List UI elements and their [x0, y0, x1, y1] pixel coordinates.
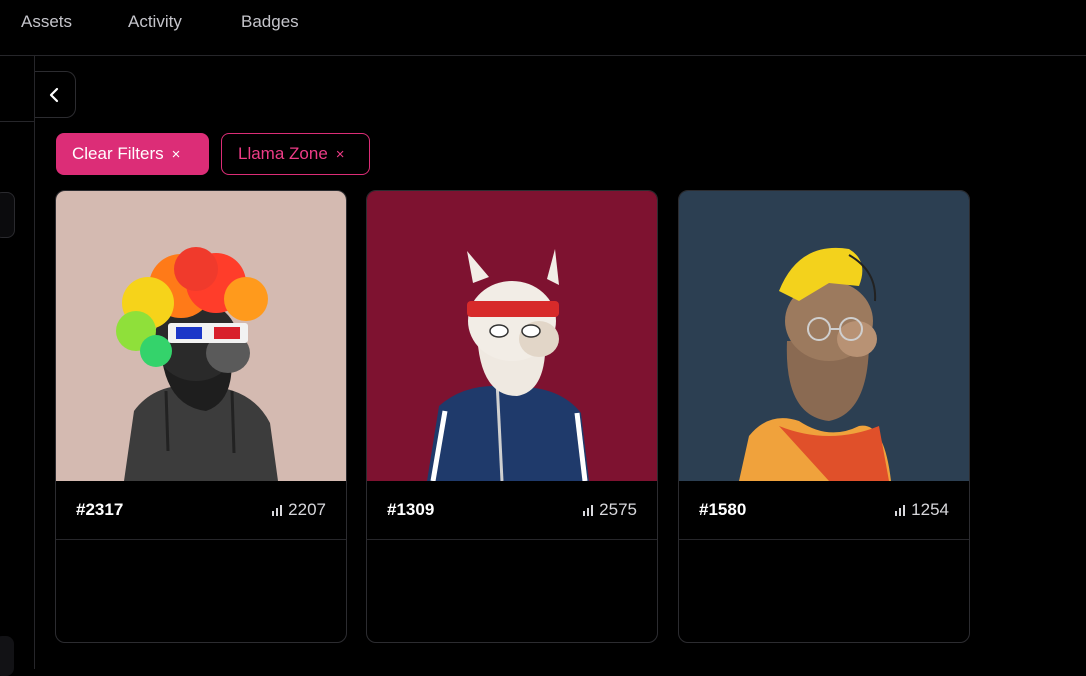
card-meta: #1580 1254	[679, 481, 969, 540]
top-nav: Assets Activity Badges	[0, 0, 1086, 56]
rank-bars-icon	[895, 505, 906, 516]
rank-value: 2575	[599, 500, 637, 519]
close-icon: ×	[335, 145, 345, 163]
rarity-rank: 1254	[894, 500, 949, 520]
card-meta: #1309 2575	[367, 481, 657, 540]
collapsed-sidebar	[0, 56, 35, 676]
collapse-sidebar-button[interactable]	[35, 71, 76, 118]
nft-image	[367, 191, 657, 481]
rank-bars-icon	[272, 505, 283, 516]
rank-value: 2207	[288, 500, 326, 519]
nft-image	[56, 191, 346, 481]
sidebar-bottom-control[interactable]	[0, 636, 14, 676]
token-id: #2317	[76, 500, 124, 519]
nft-card[interactable]: #1309 2575	[366, 190, 658, 643]
rank-bars-icon	[583, 505, 594, 516]
rank-value: 1254	[911, 500, 949, 519]
sidebar-filter-field[interactable]	[0, 192, 15, 238]
nft-card[interactable]: #2317 2207	[55, 190, 347, 643]
token-id: #1580	[699, 500, 747, 519]
clear-filters-label: Clear Filters	[72, 144, 164, 163]
rarity-rank: 2207	[271, 500, 326, 520]
clear-filters-button[interactable]: Clear Filters ×	[56, 133, 209, 175]
tab-assets[interactable]: Assets	[21, 12, 72, 32]
nft-image	[679, 191, 969, 481]
card-meta: #2317 2207	[56, 481, 346, 540]
tab-badges[interactable]: Badges	[241, 12, 299, 32]
close-icon: ×	[171, 145, 181, 163]
sidebar-divider	[0, 121, 35, 122]
rarity-rank: 2575	[582, 500, 637, 520]
nft-card[interactable]: #1580 1254	[678, 190, 970, 643]
chevron-left-icon	[49, 87, 59, 102]
filter-chip-label: Llama Zone	[238, 144, 328, 163]
filter-chip-llama-zone[interactable]: Llama Zone ×	[221, 133, 370, 175]
token-id: #1309	[387, 500, 435, 519]
tab-activity[interactable]: Activity	[128, 12, 182, 32]
